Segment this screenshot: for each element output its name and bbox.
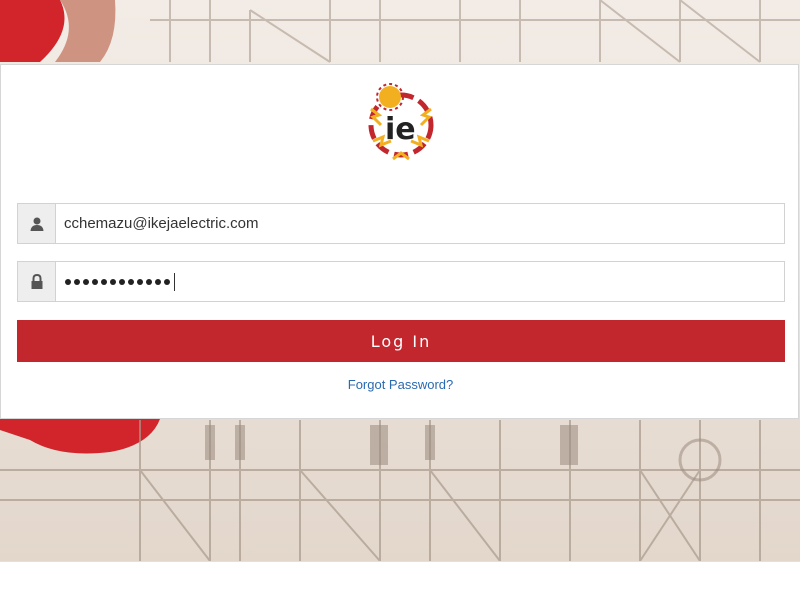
lock-icon	[18, 262, 56, 301]
password-field[interactable]	[17, 261, 785, 302]
text-caret	[174, 272, 175, 291]
forgot-password-link[interactable]: Forgot Password?	[1, 377, 800, 392]
password-mask-dot	[92, 278, 98, 285]
password-mask-dot	[155, 278, 161, 285]
password-mask-dot	[101, 278, 107, 285]
password-mask-dot	[83, 278, 89, 285]
password-mask-dot	[119, 278, 125, 285]
login-page: ie Log In Forgot Passwor	[0, 0, 800, 600]
password-mask-dot	[146, 278, 152, 285]
password-mask-dot	[128, 278, 134, 285]
password-mask-dot	[164, 278, 170, 285]
svg-text:ie: ie	[385, 112, 416, 147]
password-mask-dot	[65, 278, 71, 285]
user-icon	[18, 204, 56, 243]
login-card: ie Log In Forgot Passwor	[0, 64, 799, 419]
email-field[interactable]	[17, 203, 785, 244]
password-mask-dot	[137, 278, 143, 285]
password-mask-dot	[110, 278, 116, 285]
footer-strip	[0, 561, 800, 600]
password-mask-dot	[74, 278, 80, 285]
login-button[interactable]: Log In	[17, 320, 785, 362]
password-input[interactable]	[56, 262, 784, 301]
ikeja-electric-logo: ie	[363, 79, 439, 165]
email-input[interactable]	[56, 204, 784, 243]
